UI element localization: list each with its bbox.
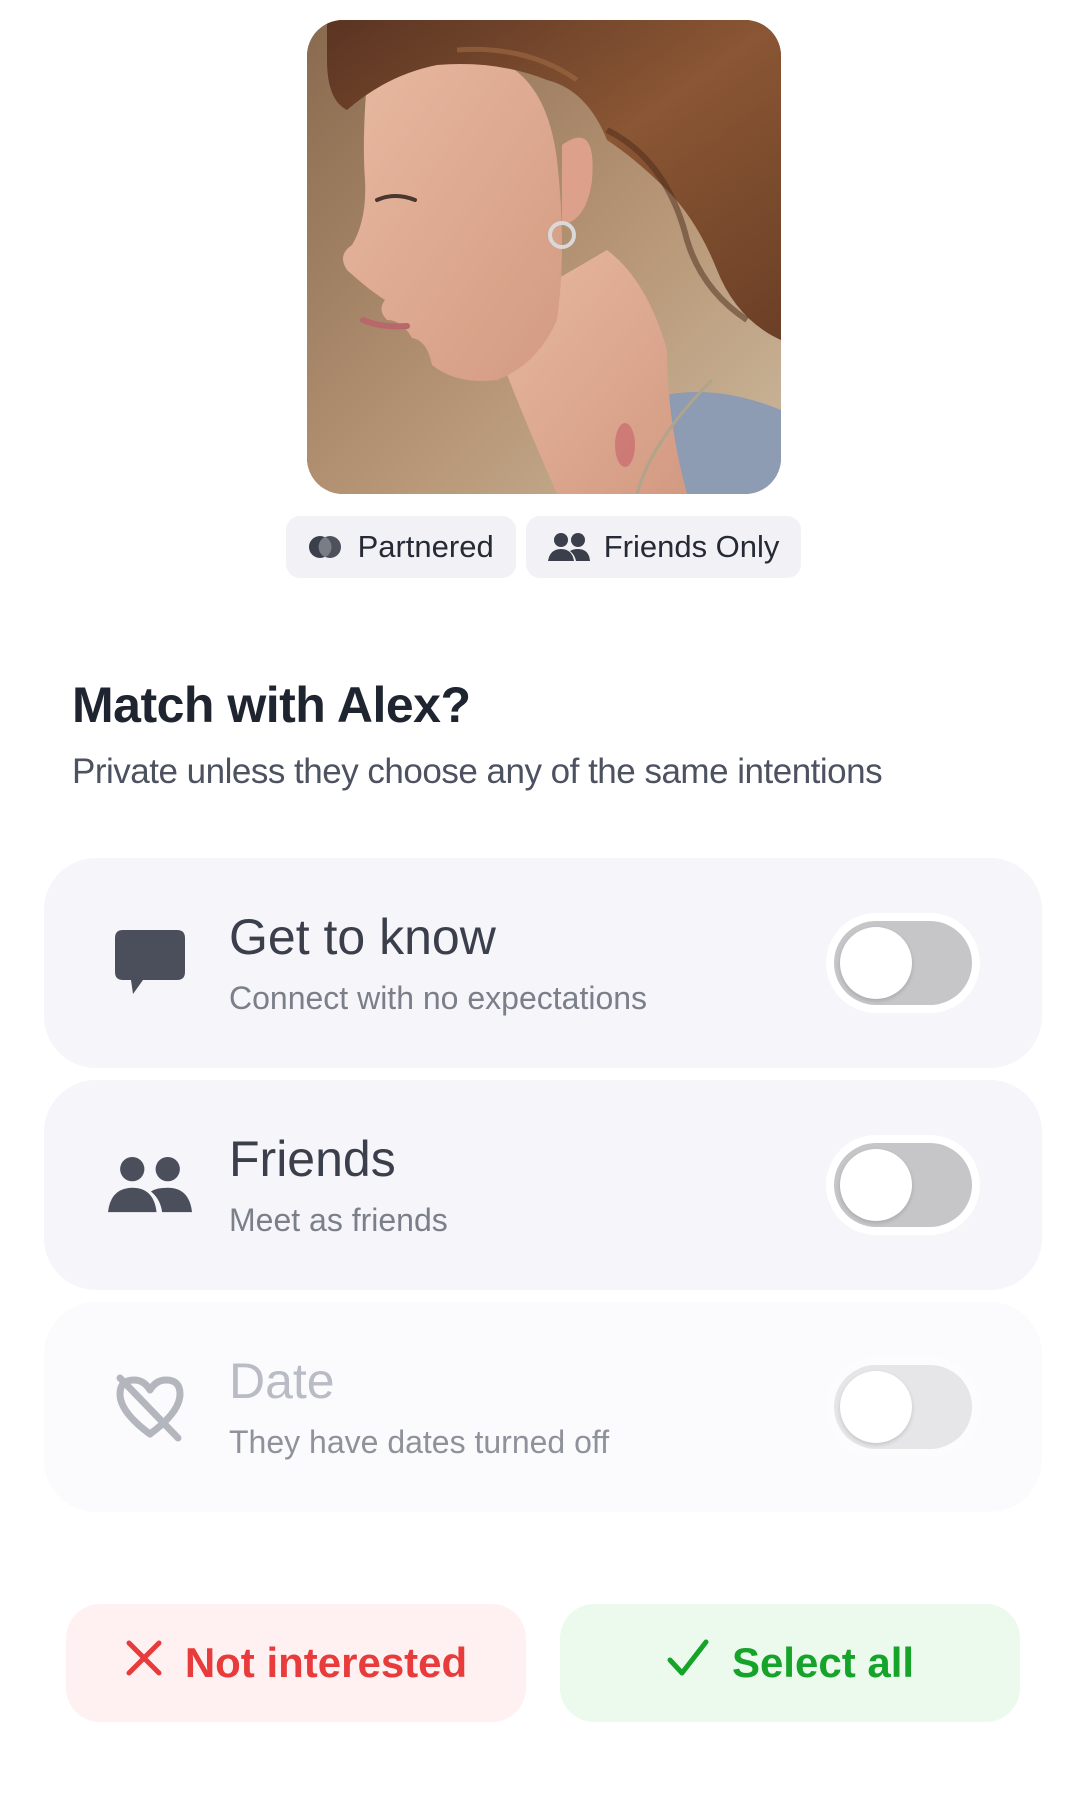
- profile-tags: Partnered Friends Only: [0, 516, 1087, 578]
- check-icon: [666, 1638, 710, 1688]
- profile-photo[interactable]: [307, 20, 781, 494]
- intention-title: Date: [229, 1353, 335, 1409]
- select-all-button[interactable]: Select all: [560, 1604, 1020, 1722]
- profile-photo-illustration: [307, 20, 781, 494]
- intention-subtitle: Connect with no expectations: [229, 980, 648, 1016]
- chip-friends-only-label: Friends Only: [603, 529, 780, 564]
- heart-off-icon: [108, 1365, 192, 1449]
- match-subtitle: Private unless they choose any of the sa…: [72, 752, 883, 791]
- get-to-know-toggle[interactable]: [834, 921, 972, 1005]
- intention-title: Friends: [229, 1131, 396, 1187]
- chip-partnered: Partnered: [285, 516, 516, 578]
- friends-toggle[interactable]: [834, 1143, 972, 1227]
- chat-bubble-icon: [108, 921, 192, 1005]
- not-interested-label: Not interested: [184, 1639, 468, 1686]
- partnered-icon: [308, 534, 344, 560]
- intention-card-get-to-know[interactable]: Get to know Connect with no expectations: [44, 858, 1042, 1068]
- close-icon: [125, 1639, 163, 1687]
- date-toggle: [834, 1365, 972, 1449]
- match-title: Match with Alex?: [72, 677, 471, 733]
- chip-partnered-label: Partnered: [357, 529, 494, 564]
- intention-card-friends[interactable]: Friends Meet as friends: [44, 1080, 1042, 1290]
- intention-subtitle: Meet as friends: [229, 1202, 448, 1238]
- chip-friends-only: Friends Only: [525, 516, 802, 578]
- people-icon: [547, 532, 590, 562]
- toggle-knob: [840, 1371, 912, 1443]
- intention-card-date: Date They have dates turned off: [44, 1302, 1042, 1512]
- not-interested-button[interactable]: Not interested: [66, 1604, 526, 1722]
- people-icon: [108, 1143, 192, 1227]
- intention-title: Get to know: [229, 909, 496, 965]
- intention-subtitle: They have dates turned off: [229, 1424, 610, 1460]
- select-all-label: Select all: [731, 1639, 915, 1686]
- toggle-knob: [840, 1149, 912, 1221]
- toggle-knob: [840, 927, 912, 999]
